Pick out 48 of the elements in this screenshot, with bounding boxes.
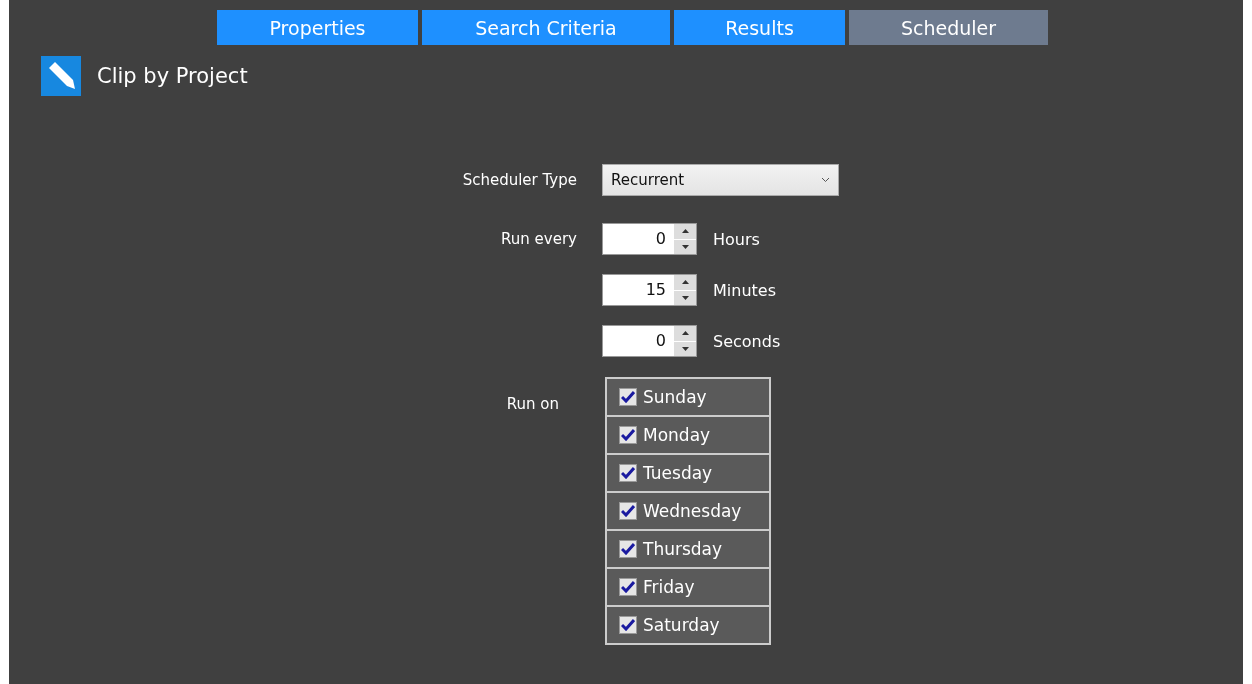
- field-label: Run on: [505, 395, 560, 413]
- day-checkbox-row[interactable]: Friday: [606, 568, 770, 606]
- down-arrow-icon[interactable]: [681, 295, 689, 300]
- field-label: Scheduler Type: [461, 171, 577, 189]
- scheduler-type-dropdown[interactable]: Recurrent: [602, 164, 839, 196]
- up-arrow-icon[interactable]: [681, 331, 689, 336]
- unit-label: Hours: [713, 229, 760, 249]
- checkbox[interactable]: [619, 464, 637, 482]
- checkmark-icon: [621, 467, 635, 479]
- checkbox[interactable]: [619, 426, 637, 444]
- checkmark-icon: [621, 543, 635, 555]
- day-checkbox-row[interactable]: Sunday: [606, 378, 770, 416]
- page-title: Clip by Project: [97, 64, 248, 88]
- day-label: Wednesday: [643, 501, 742, 521]
- down-arrow-icon[interactable]: [681, 346, 689, 351]
- day-checkbox-row[interactable]: Thursday: [606, 530, 770, 568]
- checkbox[interactable]: [619, 502, 637, 520]
- field-label: Run every: [500, 230, 577, 248]
- checkbox[interactable]: [619, 540, 637, 558]
- up-arrow-icon[interactable]: [681, 229, 689, 234]
- day-label: Thursday: [643, 539, 723, 559]
- pencil-icon: [41, 56, 81, 96]
- unit-label: Minutes: [713, 280, 776, 300]
- number-spinner[interactable]: 0: [602, 325, 697, 357]
- day-checkbox-row[interactable]: Tuesday: [606, 454, 770, 492]
- checkbox[interactable]: [619, 388, 637, 406]
- day-label: Saturday: [643, 615, 720, 635]
- checkmark-icon: [621, 391, 635, 403]
- day-checkbox-row[interactable]: Monday: [606, 416, 770, 454]
- day-label: Friday: [643, 577, 695, 597]
- day-label: Sunday: [643, 387, 707, 407]
- day-checkbox-row[interactable]: Saturday: [606, 606, 770, 644]
- day-checkbox-row[interactable]: Wednesday: [606, 492, 770, 530]
- checkbox[interactable]: [619, 616, 637, 634]
- checkmark-icon: [621, 429, 635, 441]
- day-label: Tuesday: [643, 463, 713, 483]
- chevron-down-icon: [821, 177, 830, 183]
- number-spinner[interactable]: 15: [602, 274, 697, 306]
- checkmark-icon: [621, 505, 635, 517]
- tab[interactable]: Scheduler: [849, 10, 1048, 45]
- number-spinner[interactable]: 0: [602, 223, 697, 255]
- down-arrow-icon[interactable]: [681, 244, 689, 249]
- up-arrow-icon[interactable]: [681, 280, 689, 285]
- unit-label: Seconds: [713, 331, 781, 351]
- checkmark-icon: [621, 581, 635, 593]
- day-label: Monday: [643, 425, 711, 445]
- checkbox[interactable]: [619, 578, 637, 596]
- checkmark-icon: [621, 619, 635, 631]
